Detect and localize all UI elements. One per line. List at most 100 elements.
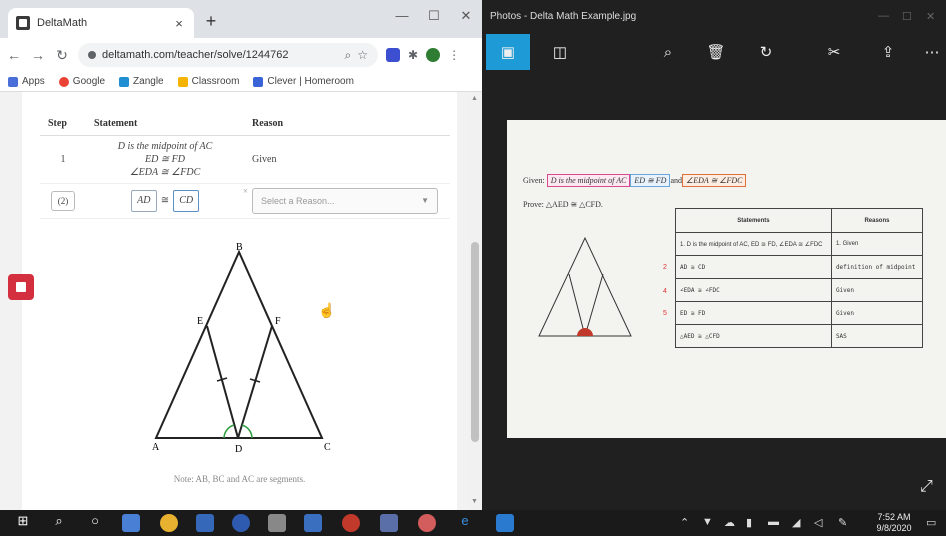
bookmark-classroom[interactable]: Classroom [177, 76, 239, 87]
tray-app-icon[interactable]: ☁ [724, 516, 735, 529]
triangle-abc [154, 249, 324, 439]
pen-icon[interactable]: ✎ [838, 516, 847, 529]
apps-grid-icon [8, 76, 18, 87]
more-icon[interactable]: ⋯ [910, 34, 946, 70]
share-icon[interactable]: ⇪ [866, 34, 910, 70]
reason-dropdown[interactable]: Select a Reason... ▼ [252, 188, 438, 214]
full-screen-icon[interactable]: ⤢ [920, 478, 933, 496]
back-icon[interactable]: ← [6, 47, 22, 63]
row1-reason: Given [244, 135, 450, 184]
wifi-icon[interactable]: ◢ [792, 516, 800, 529]
tray-app-icon[interactable]: ▼ [702, 516, 713, 528]
see-all-photos-icon[interactable]: ▣ [486, 34, 530, 70]
photos-app-icon[interactable] [496, 514, 514, 532]
zangle-icon [119, 76, 130, 87]
stop-recording-button[interactable] [8, 274, 34, 300]
taskbar-clock[interactable]: 7:52 AM 9/8/2020 [868, 512, 920, 534]
scroll-up-icon[interactable]: ▲ [471, 95, 478, 102]
bookmark-google[interactable]: Google [58, 76, 105, 87]
battery-icon[interactable]: ▬ [768, 516, 779, 528]
app-icon[interactable] [268, 514, 286, 532]
minimize-icon[interactable]: — [392, 8, 412, 23]
task-view-icon[interactable] [122, 514, 140, 532]
given-highlight-2: ED ≅ FD [630, 174, 671, 187]
bookmark-clever[interactable]: Clever | Homeroom [253, 76, 354, 87]
given-highlight-1: D is the midpoint of AC [546, 174, 631, 187]
outlook-icon[interactable] [196, 514, 214, 532]
table-row: AD ≅ CD definition of midpoint [675, 255, 924, 279]
photo-header-statements: Statements [675, 208, 832, 233]
app-icon[interactable] [380, 514, 398, 532]
address-bar[interactable]: deltamath.com/teacher/solve/1244762 ⌕ ☆ [78, 43, 378, 67]
page-scrollbar[interactable]: ▲ ▼ [468, 92, 482, 510]
windows-taskbar: ⊞ ⌕ ○ e ⌃ ▼ ☁ ▮ ▬ ◢ ◁ ✎ 7:52 AM 9/8/2020… [0, 510, 946, 536]
clear-statement-icon[interactable]: × [243, 186, 248, 196]
bookmark-zangle[interactable]: Zangle [119, 76, 164, 87]
segment-ed [206, 325, 239, 439]
row1-statement: D is the midpoint of AC ED ≅ FD ∠EDA ≅ ∠… [86, 135, 244, 184]
menu-icon[interactable]: ⋮ [448, 48, 460, 62]
tray-app-icon[interactable]: ▮ [746, 516, 752, 529]
tab-close-icon[interactable]: × [172, 16, 186, 31]
row2-reason: Select a Reason... ▼ [244, 183, 450, 219]
browser-toolbar: ← → ↻ deltamath.com/teacher/solve/124476… [0, 38, 482, 72]
angle-fdc-mark [241, 424, 253, 439]
app-icon[interactable] [418, 514, 436, 532]
cortana-icon[interactable]: ○ [86, 513, 104, 528]
star-icon[interactable]: ☆ [357, 48, 368, 62]
search-icon[interactable]: ⌕ [50, 513, 68, 529]
notifications-icon[interactable]: ▭ [926, 516, 936, 529]
hand-cursor-icon: ☝ [318, 302, 336, 318]
lock-icon [88, 51, 96, 59]
segment-right-input[interactable]: CD [173, 190, 200, 212]
windows-start-icon[interactable]: ⊞ [14, 513, 32, 529]
close-window-icon[interactable]: ✕ [456, 8, 476, 24]
header-step: Step [40, 112, 86, 136]
puzzle-icon[interactable]: ✱ [408, 48, 418, 62]
zoom-icon[interactable]: ⌕ [345, 48, 352, 63]
url-text: deltamath.com/teacher/solve/1244762 [102, 49, 289, 61]
step-number-box[interactable]: (2) [51, 191, 75, 211]
proof-page: Step Statement Reason 1 D is the midpoin… [22, 92, 457, 510]
edge-icon[interactable]: e [456, 513, 474, 528]
label-b: B [236, 242, 243, 253]
photo-triangle-figure [538, 236, 632, 337]
segment-fd [237, 325, 273, 439]
scroll-down-icon[interactable]: ▼ [471, 498, 478, 505]
rotate-icon[interactable]: ↻ [744, 34, 788, 70]
chevron-down-icon: ▼ [421, 196, 429, 205]
volume-icon[interactable]: ◁ [814, 516, 822, 529]
header-statement: Statement [86, 112, 244, 136]
table-row: ∠EDA ≅ ∠FDC Given [675, 278, 924, 302]
zoom-icon[interactable]: ⌕ [646, 34, 690, 70]
tray-chevron-icon[interactable]: ⌃ [680, 516, 689, 529]
maximize-icon[interactable]: ☐ [424, 8, 444, 24]
bookmark-apps[interactable]: Apps [8, 76, 45, 87]
new-tab-button[interactable]: + [202, 12, 220, 30]
photos-close-icon[interactable]: ✕ [926, 10, 935, 23]
forward-icon[interactable]: → [30, 47, 46, 63]
photo-proof-table: Statements Reasons 1. D is the midpoint … [675, 208, 924, 348]
scroll-thumb[interactable] [471, 242, 479, 442]
edit-create-icon[interactable]: ✂ [812, 34, 856, 70]
extension-icon[interactable] [386, 48, 400, 62]
segment-left-input[interactable]: AD [130, 190, 157, 212]
photos-minimize-icon[interactable]: — [878, 10, 889, 22]
classroom-icon [177, 76, 188, 87]
row1-step: 1 [40, 135, 86, 184]
delete-icon[interactable]: 🗑 [694, 34, 738, 70]
label-f: F [275, 316, 281, 327]
app-icon[interactable] [342, 514, 360, 532]
reload-icon[interactable]: ↻ [54, 47, 70, 64]
app-icon[interactable] [304, 514, 322, 532]
tab-deltamath[interactable]: DeltaMath × [8, 8, 194, 38]
add-to-album-icon[interactable]: ◫ [538, 34, 582, 70]
photos-maximize-icon[interactable]: ☐ [902, 10, 912, 23]
app-icon[interactable] [232, 514, 250, 532]
label-d: D [235, 444, 242, 455]
tab-title: DeltaMath [37, 17, 88, 29]
chrome-icon[interactable] [160, 514, 178, 532]
page-viewport: Step Statement Reason 1 D is the midpoin… [0, 92, 468, 510]
profile-avatar[interactable] [426, 48, 441, 62]
photos-toolbar: ▣ ◫ ⌕ 🗑 ↻ ✂ ⇪ ⋯ [482, 34, 946, 70]
